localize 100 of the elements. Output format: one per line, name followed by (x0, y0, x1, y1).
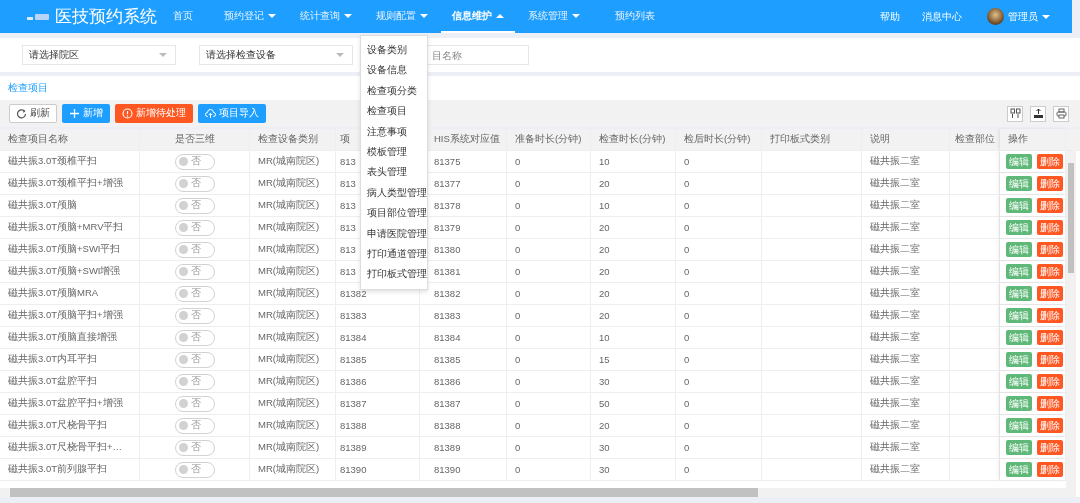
table-cell: 磁共振二室 (862, 239, 950, 260)
edit-button[interactable]: 编辑 (1006, 264, 1032, 279)
table-cell: 20 (591, 283, 676, 304)
delete-button[interactable]: 删除 (1037, 330, 1063, 345)
menu-item[interactable]: 打印通道管理 (361, 243, 427, 265)
table-cell: MR(城南院区) (250, 415, 336, 436)
menu-item[interactable]: 项目部位管理 (361, 203, 427, 224)
refresh-button[interactable]: 刷新 (9, 104, 57, 123)
toggle-switch[interactable]: 否 (174, 197, 215, 214)
table-cell: MR(城南院区) (250, 195, 336, 216)
pending-button[interactable]: 新增待处理 (115, 104, 193, 123)
delete-button[interactable]: 删除 (1037, 242, 1063, 257)
table-cell: 磁共振二室 (862, 261, 950, 282)
table-cell: 磁共振二室 (862, 437, 950, 458)
table-cell: 0 (507, 393, 591, 414)
nav-menu-item[interactable]: 信息维护 (441, 0, 515, 33)
nav-menu-item[interactable]: 规则配置 (365, 0, 439, 33)
edit-button[interactable]: 编辑 (1006, 286, 1032, 301)
user-menu[interactable]: 管理员 (1004, 9, 1050, 24)
select-field[interactable]: 请选择院区 (22, 45, 176, 65)
edit-button[interactable]: 编辑 (1006, 308, 1032, 323)
toggle-switch[interactable]: 否 (174, 285, 215, 302)
menu-item[interactable]: 打印板式管理 (361, 264, 427, 285)
table-cell: 50 (591, 393, 676, 414)
table-cell: 磁共振3.0T颅脑 (0, 195, 140, 216)
edit-button[interactable]: 编辑 (1006, 462, 1032, 477)
import-button[interactable]: 项目导入 (198, 104, 266, 123)
toggle-switch[interactable]: 否 (174, 175, 215, 192)
delete-button[interactable]: 删除 (1037, 374, 1063, 389)
delete-button[interactable]: 删除 (1037, 220, 1063, 235)
nav-menu-item[interactable]: 系统管理 (517, 0, 591, 33)
nav-menu-item[interactable]: 统计查询 (289, 0, 363, 33)
table-cell: MR(城南院区) (250, 437, 336, 458)
export-button[interactable] (1030, 105, 1046, 122)
edit-button[interactable]: 编辑 (1006, 242, 1032, 257)
delete-button[interactable]: 删除 (1037, 154, 1063, 169)
delete-button[interactable]: 删除 (1037, 198, 1063, 213)
toggle-switch[interactable]: 否 (174, 153, 215, 170)
nav-menu-item[interactable]: 首页 (162, 0, 211, 33)
nav-menu-item[interactable]: 预约列表 (593, 0, 666, 33)
toggle-switch[interactable]: 否 (174, 219, 215, 236)
toggle-switch[interactable]: 否 (174, 241, 215, 258)
edit-button[interactable]: 编辑 (1006, 176, 1032, 191)
add-button[interactable]: 新增 (62, 104, 110, 123)
table-cell: 磁共振二室 (862, 415, 950, 436)
avatar-icon (987, 8, 1004, 25)
delete-button[interactable]: 删除 (1037, 396, 1063, 411)
menu-item[interactable]: 检查项分类 (361, 80, 427, 102)
print-button[interactable] (1053, 105, 1069, 122)
toggle-switch[interactable]: 否 (174, 307, 215, 324)
toggle-switch[interactable]: 否 (174, 351, 215, 368)
nav-menu-item[interactable]: 预约登记 (213, 0, 287, 33)
table-cell: 30 (591, 371, 676, 392)
edit-button[interactable]: 编辑 (1006, 396, 1032, 411)
table-cell: 0 (676, 349, 762, 370)
delete-button[interactable]: 删除 (1037, 264, 1063, 279)
horizontal-scrollbar[interactable] (0, 488, 1076, 497)
edit-button[interactable]: 编辑 (1006, 374, 1032, 389)
edit-button[interactable]: 编辑 (1006, 154, 1032, 169)
edit-button[interactable]: 编辑 (1006, 330, 1032, 345)
vertical-scrollbar[interactable] (1066, 151, 1076, 488)
table-cell: 20 (591, 305, 676, 326)
column-header: 检查时长(分钟) (591, 129, 676, 150)
toggle-switch[interactable]: 否 (174, 329, 215, 346)
print-icon (1055, 108, 1067, 119)
column-header: 准备时长(分钟) (507, 129, 591, 150)
delete-button[interactable]: 删除 (1037, 440, 1063, 455)
table-cell: 磁共振3.0T颅脑+MRV平扫 (0, 217, 140, 238)
table-cell: 0 (676, 327, 762, 348)
menu-item[interactable]: 申请医院管理 (361, 223, 427, 244)
toggle-switch[interactable]: 否 (174, 395, 215, 412)
delete-button[interactable]: 删除 (1037, 352, 1063, 367)
toggle-switch[interactable]: 否 (174, 439, 215, 456)
delete-button[interactable]: 删除 (1037, 176, 1063, 191)
menu-item[interactable]: 检查项目 (361, 101, 427, 122)
table-cell: 0 (676, 459, 762, 480)
edit-button[interactable]: 编辑 (1006, 352, 1032, 367)
table-cell: 0 (507, 217, 591, 238)
table-cell: 20 (591, 217, 676, 238)
toggle-switch[interactable]: 否 (174, 373, 215, 390)
table-cell: 81385 (336, 349, 420, 370)
table-cell: 0 (676, 371, 762, 392)
edit-button[interactable]: 编辑 (1006, 220, 1032, 235)
toggle-switch[interactable]: 否 (174, 461, 215, 478)
columns-button[interactable] (1007, 105, 1023, 122)
nav-link[interactable]: 帮助 (869, 9, 911, 24)
select-field[interactable]: 请选择检查设备 (199, 45, 353, 65)
table-cell: 20 (591, 239, 676, 260)
delete-button[interactable]: 删除 (1037, 308, 1063, 323)
delete-button[interactable]: 删除 (1037, 286, 1063, 301)
delete-button[interactable]: 删除 (1037, 418, 1063, 433)
edit-button[interactable]: 编辑 (1006, 418, 1032, 433)
edit-button[interactable]: 编辑 (1006, 440, 1032, 455)
toggle-switch[interactable]: 否 (174, 263, 215, 280)
toggle-switch[interactable]: 否 (174, 417, 215, 434)
nav-link[interactable]: 消息中心 (911, 9, 973, 24)
table-cell: MR(城南院区) (250, 261, 336, 282)
table-cell: MR(城南院区) (250, 239, 336, 260)
delete-button[interactable]: 删除 (1037, 462, 1063, 477)
edit-button[interactable]: 编辑 (1006, 198, 1032, 213)
